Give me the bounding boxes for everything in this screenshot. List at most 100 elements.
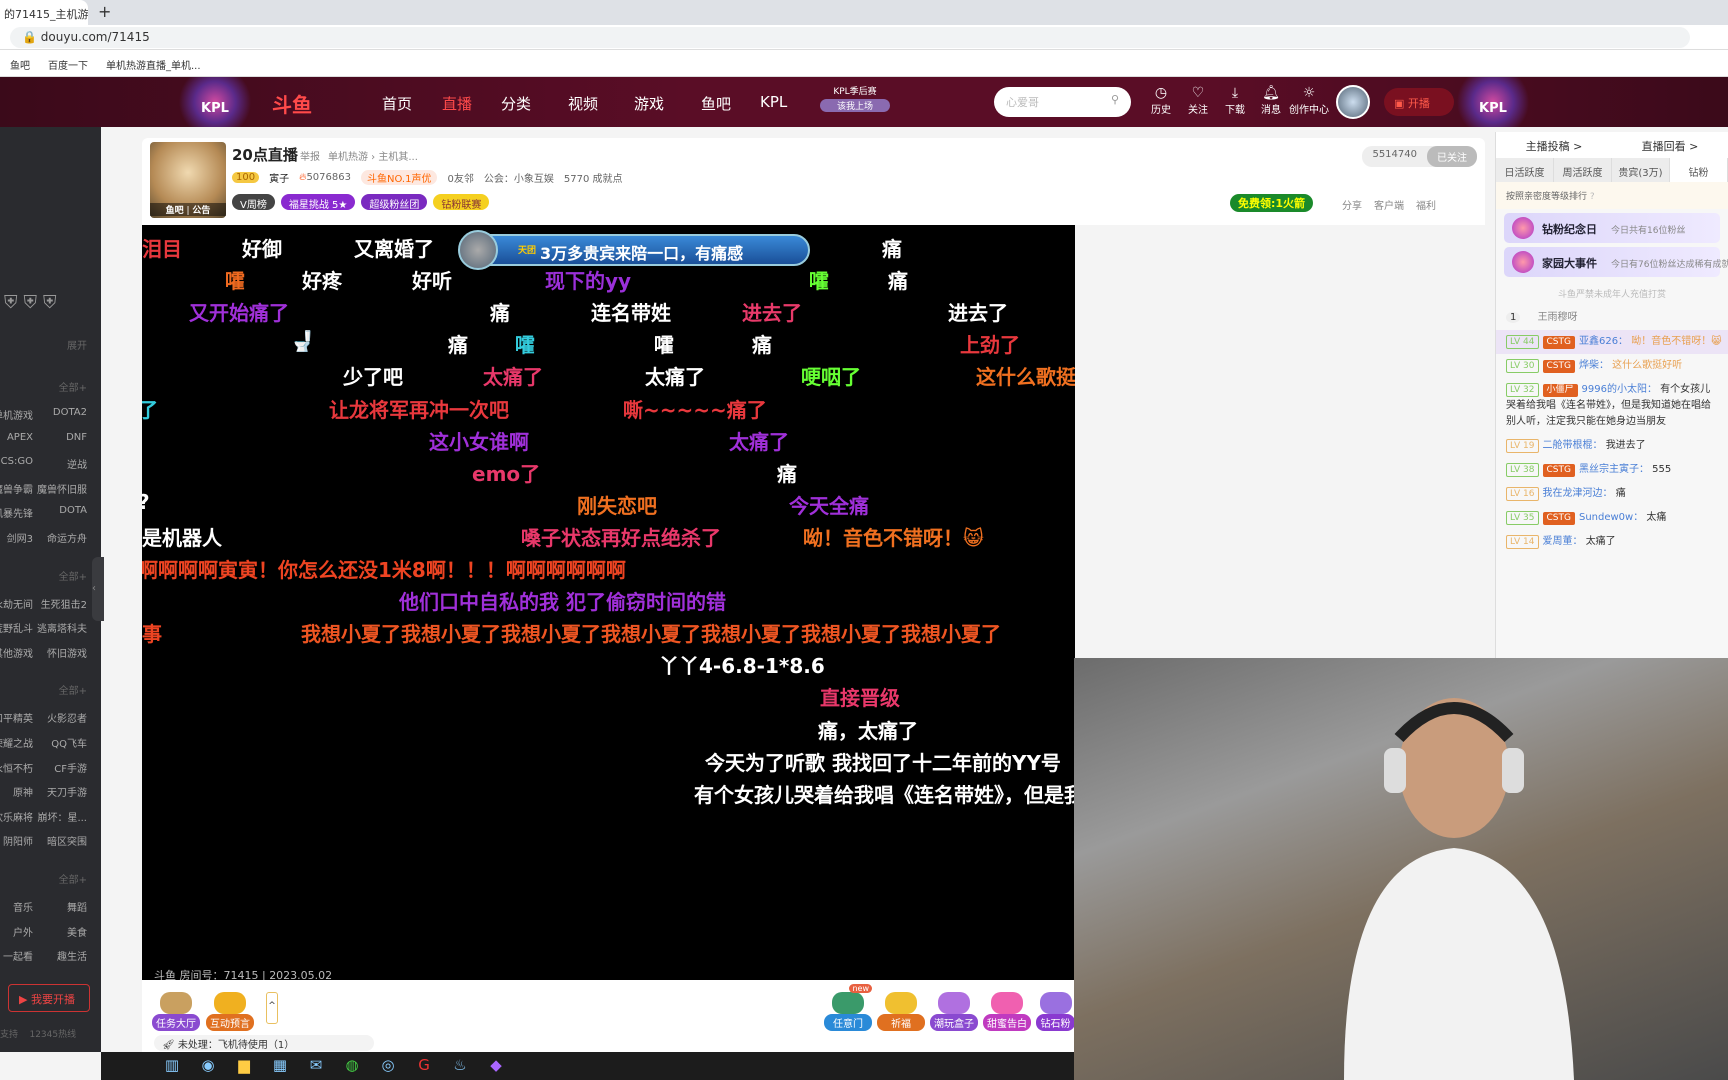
followed-button[interactable]: 已关注 bbox=[1427, 146, 1477, 167]
sidebar-item[interactable]: 荒野乱斗 bbox=[0, 620, 33, 635]
chat-username[interactable]: Sundew0w： bbox=[1579, 512, 1643, 523]
chat-message[interactable]: LV 16 我在龙津河边： 痛 bbox=[1496, 482, 1728, 506]
nav-category[interactable]: 分类 bbox=[501, 93, 531, 114]
follow-button[interactable]: ♡ 关注 bbox=[1181, 85, 1215, 116]
search-input[interactable]: 心爱哥 ⚲ bbox=[994, 87, 1131, 117]
all-link[interactable]: 全部+ bbox=[59, 379, 87, 394]
tab-weekly[interactable]: 周活跃度 bbox=[1554, 158, 1612, 182]
chat-username[interactable]: 黑丝宗主寅子： bbox=[1579, 464, 1649, 475]
chat-username[interactable]: 二舱带根棍： bbox=[1543, 440, 1603, 451]
sidebar-item[interactable]: 逆战 bbox=[67, 456, 87, 471]
hotline-link[interactable]: 12345热线 bbox=[29, 1030, 76, 1040]
sidebar-item[interactable]: 趣生活 bbox=[57, 948, 87, 963]
sidebar-item[interactable]: 音乐 bbox=[13, 899, 33, 914]
game-app-icon[interactable]: G bbox=[413, 1056, 435, 1080]
sidebar-item[interactable]: 一起看 bbox=[3, 948, 33, 963]
video-player[interactable]: 泪目好御又离婚了痛我进去了全是嚯好疼好听现下的yy嚯痛555555555太痛了又… bbox=[142, 225, 1075, 980]
edge-icon[interactable]: ◉ bbox=[197, 1056, 219, 1080]
sidebar-item[interactable]: 崩坏：星... bbox=[37, 809, 87, 824]
app-icon[interactable]: ◎ bbox=[377, 1056, 399, 1080]
download-button[interactable]: ⤓ 下载 bbox=[1218, 85, 1252, 116]
bookmark[interactable]: 单机热游直播_单机... bbox=[106, 57, 201, 72]
start-stream-button[interactable]: ▣ 开播 bbox=[1384, 88, 1454, 116]
search-icon[interactable]: ⚲ bbox=[1111, 93, 1119, 106]
chat-message[interactable]: LV 32 小僵尸 9996的小太阳： 有个女孩儿哭着给我唱《连名带姓》，但是我知道… bbox=[1496, 378, 1728, 434]
sidebar-item[interactable]: 舞蹈 bbox=[67, 899, 87, 914]
user-avatar[interactable] bbox=[1336, 85, 1370, 119]
breadcrumb[interactable]: 单机热游 › 主机其... bbox=[328, 148, 418, 163]
sidebar-item[interactable]: DOTA bbox=[59, 505, 87, 516]
nav-games[interactable]: 游戏 bbox=[634, 93, 664, 114]
store-icon[interactable]: ▦ bbox=[269, 1056, 291, 1080]
expand-button[interactable]: ^ bbox=[266, 992, 278, 1024]
sidebar-item[interactable]: 魔兽争霸 bbox=[0, 481, 33, 496]
drop-app-icon[interactable]: ◆ bbox=[485, 1056, 507, 1080]
sidebar-item[interactable]: 天刀手游 bbox=[47, 784, 87, 799]
tab-daily[interactable]: 日活跃度 bbox=[1496, 158, 1554, 182]
report-link[interactable]: 举报 bbox=[300, 148, 320, 163]
folder-icon[interactable]: ▆ bbox=[233, 1056, 255, 1080]
diamond-league-tag[interactable]: 钻粉联赛 bbox=[433, 194, 490, 211]
sidebar-item[interactable]: QQ飞车 bbox=[51, 735, 87, 750]
sidebar-item[interactable]: 其他游戏 bbox=[0, 645, 33, 660]
replay-link[interactable]: 直播回看 > bbox=[1612, 132, 1728, 158]
sidebar-item[interactable]: 户外 bbox=[13, 924, 33, 939]
share-button[interactable]: 分享 bbox=[1342, 197, 1362, 212]
messages-button[interactable]: 🔔︎ 消息 bbox=[1254, 85, 1288, 116]
task-view-icon[interactable]: ▥ bbox=[161, 1056, 183, 1080]
chat-list[interactable]: LV 44 CSTG 亚鑫626： 呦！音色不错呀！😸 LV 30 CSTG 烨柴： 这什… bbox=[1496, 330, 1728, 554]
chat-username[interactable]: 我在龙津河边： bbox=[1543, 488, 1613, 499]
gift-toy-box[interactable]: 潮玩盒子 bbox=[930, 992, 978, 1031]
sidebar-item[interactable]: 怀旧游戏 bbox=[47, 645, 87, 660]
sidebar-item[interactable]: 欢乐麻将 bbox=[0, 809, 33, 824]
sidebar-item[interactable]: 美食 bbox=[67, 924, 87, 939]
all-link[interactable]: 全部+ bbox=[59, 682, 87, 697]
honor-badge[interactable]: 斗鱼NO.1声优 bbox=[360, 170, 438, 185]
steam-icon[interactable]: ♨ bbox=[449, 1056, 471, 1080]
sidebar-item[interactable]: 逃离塔科夫 bbox=[37, 620, 87, 635]
chat-username[interactable]: 亚鑫626： bbox=[1579, 336, 1628, 347]
sidebar-item[interactable]: 魔兽怀旧服 bbox=[37, 481, 87, 496]
tab-diamond[interactable]: 钻粉 bbox=[1670, 158, 1728, 182]
history-button[interactable]: ◷ 历史 bbox=[1144, 85, 1178, 116]
streamer-name[interactable]: 寅子 bbox=[269, 170, 289, 185]
yuba-tag[interactable]: 鱼吧 bbox=[166, 206, 184, 216]
browser-tab[interactable]: 的71415_主机游戏 ✕ bbox=[0, 0, 88, 25]
weekly-rank-tag[interactable]: V周榜 bbox=[232, 194, 275, 211]
new-tab-button[interactable]: + bbox=[98, 2, 111, 21]
help-icon[interactable]: ? bbox=[1590, 192, 1595, 202]
kpl-promo[interactable]: KPL季后赛 该我上场 bbox=[820, 84, 890, 112]
sidebar-item[interactable]: 生死狙击2 bbox=[41, 596, 87, 611]
sidebar-item[interactable]: 阴阳师 bbox=[3, 833, 33, 848]
douyu-logo[interactable]: 斗鱼 bbox=[272, 89, 312, 118]
nav-yuba[interactable]: 鱼吧 bbox=[701, 93, 731, 114]
gift-diamond-fan[interactable]: 钻石粉 bbox=[1036, 992, 1075, 1031]
support-link[interactable]: 支持 bbox=[0, 1030, 18, 1040]
start-stream-sidebar-button[interactable]: ▶ 我要开播 bbox=[8, 984, 90, 1012]
welfare-button[interactable]: 福利 bbox=[1416, 197, 1436, 212]
gift-blessing[interactable]: 祈福 bbox=[877, 992, 925, 1031]
esports-logos[interactable]: ⛨⛨⛨ bbox=[4, 292, 63, 313]
nav-kpl[interactable]: KPL bbox=[760, 93, 787, 111]
creator-center-button[interactable]: ☼ 创作中心 bbox=[1288, 85, 1330, 116]
sidebar-item[interactable]: CF手游 bbox=[54, 760, 87, 775]
sidebar-item[interactable]: DOTA2 bbox=[53, 407, 87, 418]
sidebar-item[interactable]: 单机游戏 bbox=[0, 407, 33, 422]
nav-home[interactable]: 首页 bbox=[382, 93, 412, 114]
chrome-icon[interactable]: ◍ bbox=[341, 1056, 363, 1080]
achievements[interactable]: 5770 成就点 bbox=[564, 170, 623, 185]
sidebar-item[interactable]: 王者荣耀之战 bbox=[0, 735, 33, 750]
friends[interactable]: 0友邻 bbox=[447, 170, 473, 185]
chat-username[interactable]: 烨柴： bbox=[1579, 360, 1609, 371]
gift-confession[interactable]: 甜蜜告白 bbox=[983, 992, 1031, 1031]
tab-vip[interactable]: 贵宾(3万) bbox=[1612, 158, 1670, 182]
sidebar-item[interactable]: 暗区突围 bbox=[47, 833, 87, 848]
notice-tag[interactable]: 公告 bbox=[192, 206, 210, 216]
sidebar-item[interactable]: 风暴先锋 bbox=[0, 505, 33, 520]
rank-row[interactable]: 1 王雨穆呀 bbox=[1496, 306, 1728, 330]
sidebar-item[interactable]: 原神 bbox=[13, 784, 33, 799]
nav-live[interactable]: 直播 bbox=[442, 93, 472, 114]
mail-icon[interactable]: ✉ bbox=[305, 1056, 327, 1080]
all-link[interactable]: 全部+ bbox=[59, 568, 87, 583]
challenge-tag[interactable]: 福星挑战 5★ bbox=[280, 194, 356, 211]
